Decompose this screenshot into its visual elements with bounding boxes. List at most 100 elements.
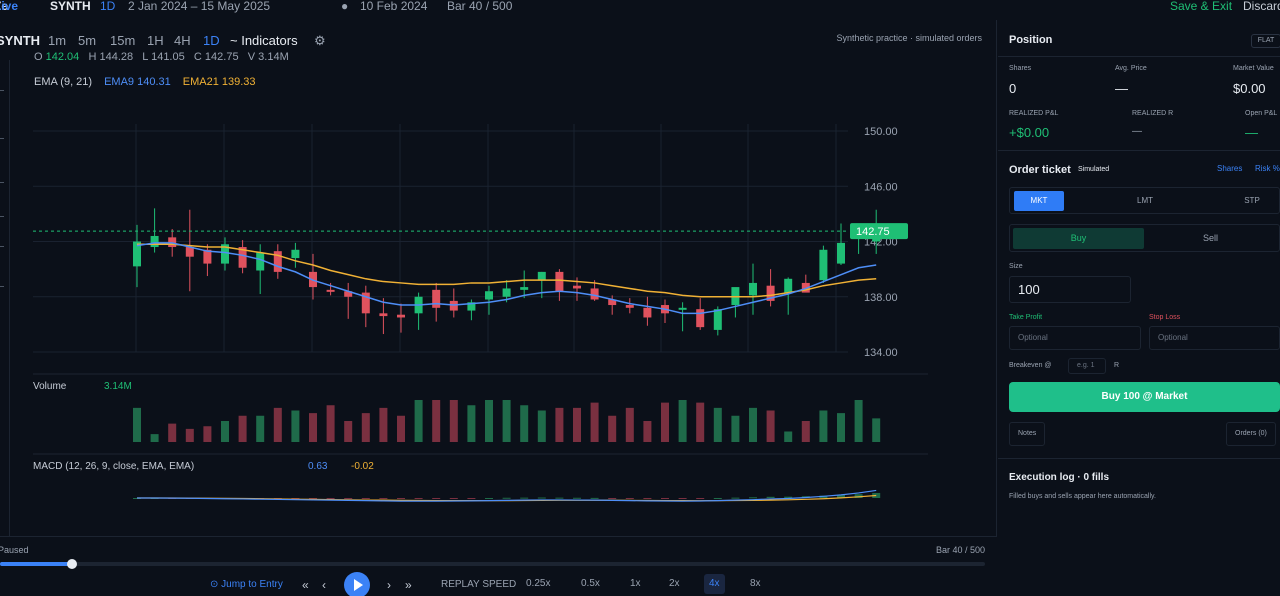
orders-button[interactable]: Orders (0) [1226,422,1276,446]
speed-0-25x-button[interactable]: 0.25x [521,574,555,594]
divider [998,56,1280,57]
speed-8x-button[interactable]: 8x [745,574,766,594]
macd-histogram-value: -0.02 [351,461,374,472]
first-bar-icon[interactable]: « [302,578,309,592]
speed-4x-button[interactable]: 4x [704,574,725,594]
candle-body [432,289,441,308]
volume-bar [344,421,353,442]
volume-bar [168,423,177,442]
volume-bar [361,413,370,442]
next-bar-icon[interactable]: › [387,578,391,592]
avg-price-value: — [1115,81,1128,96]
chart-canvas[interactable]: 150.00146.00142.00138.00134.00142.75 [0,20,997,536]
symbol-label: SYNTH [50,0,91,13]
volume-bar [801,421,810,442]
sell-side-button[interactable]: Sell [1145,228,1276,249]
play-icon[interactable] [344,572,370,596]
volume-bar [766,410,775,442]
speed-2x-button[interactable]: 2x [664,574,685,594]
volume-bar [150,434,159,442]
macd-histogram-bar [661,498,669,499]
buy-side-button[interactable]: Buy [1013,228,1144,249]
order-type-stp[interactable]: STP [1227,191,1277,211]
candle-body [185,247,194,257]
macd-histogram-bar [520,497,529,499]
volume-bar [520,405,529,442]
discard-button[interactable]: Discard [1243,0,1280,12]
volume-bar [467,405,476,442]
candle-body [643,307,652,318]
stop-loss-input[interactable]: Optional [1149,326,1280,350]
macd-histogram-bar [590,497,599,499]
volume-bar [661,402,669,442]
volume-bar [326,405,335,442]
open-pnl-label: Open P&L [1245,110,1278,117]
submit-order-button[interactable]: Buy 100 @ Market [1009,382,1280,412]
volume-bar [291,410,300,442]
shares-mode-link[interactable]: Shares [1217,164,1242,173]
risk-mode-link[interactable]: Risk % [1255,164,1280,173]
volume-bar [731,415,740,442]
macd-histogram-bar [696,498,705,499]
realized-pnl-label: REALIZED P&L [1009,110,1059,117]
volume-bar [502,400,511,442]
take-profit-input[interactable]: Optional [1009,326,1141,350]
volume-bar [819,410,828,442]
last-price-label: 142.75 [856,226,890,238]
divider [998,150,1280,151]
price-axis-label: 138.00 [864,292,898,304]
volume-bar [555,407,564,442]
size-input[interactable]: 100 [1009,276,1131,303]
candle-body [590,288,599,300]
speed-1x-button[interactable]: 1x [625,574,646,594]
macd-histogram-bar [625,498,634,499]
volume-bar [379,407,388,442]
volume-bar [749,407,757,442]
save-exit-button[interactable]: Save & Exit [1170,0,1232,12]
bar-counter: Bar 40 / 500 [447,0,513,13]
macd-histogram-bar [326,498,335,499]
candle-body [256,252,265,271]
candle-body [837,242,845,264]
prev-bar-icon[interactable]: ‹ [322,578,326,592]
notes-button[interactable]: Notes [1009,422,1046,446]
shares-label: Shares [1009,65,1032,72]
candle-body [713,309,722,330]
breakeven-input[interactable]: e.g. 1 [1068,358,1106,374]
avg-price-label: Avg. Price [1115,65,1147,72]
volume-bar [625,407,634,442]
replay-scrubber[interactable] [0,559,985,569]
volume-bar [713,407,722,442]
ema9-line [136,242,877,315]
replay-progress [0,562,72,566]
market-value-label: Market Value [1233,65,1274,72]
last-bar-icon[interactable]: » [405,578,412,592]
order-type-selector: MKT LMT STP [1009,187,1280,214]
candle-body [520,287,529,290]
candle-body [291,249,300,259]
macd-histogram-bar [713,498,722,499]
volume-bar [256,415,265,442]
side-selector: Buy Sell [1009,224,1280,252]
macd-histogram-bar [344,498,353,499]
volume-bar [837,413,845,442]
macd-histogram-bar [608,498,617,499]
speed-0-5x-button[interactable]: 0.5x [576,574,605,594]
volume-bar [203,426,212,442]
jump-to-entry-button[interactable]: ⊙ Jump to Entry [210,579,283,590]
scrubber-handle[interactable] [66,559,77,569]
order-ticket-title: Order ticket [1009,164,1071,176]
order-type-lmt[interactable]: LMT [1120,191,1170,211]
candle-body [573,285,581,289]
volume-bar [185,428,194,442]
top-bar: ZeLive SYNTH 1D 2 Jan 2024 – 15 May 2025… [0,0,1280,20]
candle-body [397,314,405,318]
macd-histogram-bar [467,498,476,499]
order-type-mkt[interactable]: MKT [1014,191,1064,211]
timeframe-label: 1D [100,0,116,13]
realized-pnl-value: +$0.00 [1009,125,1050,140]
macd-histogram-bar [379,498,388,499]
macd-histogram-bar [678,498,687,499]
price-axis-label: 150.00 [864,126,898,138]
candle-body [819,249,828,281]
